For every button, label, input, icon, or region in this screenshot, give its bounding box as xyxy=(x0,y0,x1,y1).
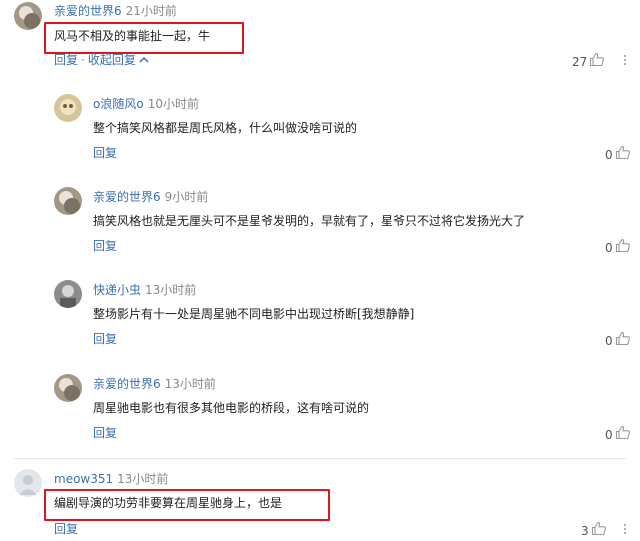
reply-text: 整个搞笑风格都是周氏风格，什么叫做没啥可说的 xyxy=(93,121,358,135)
thumbs-up-icon[interactable] xyxy=(615,331,631,350)
like-count-value: 3 xyxy=(581,523,589,538)
author-name[interactable]: 亲爱的世界6 xyxy=(93,190,161,204)
comment-time: 21小时前 xyxy=(125,4,177,18)
like-count: 3 xyxy=(581,521,607,540)
reply-button[interactable]: 回复 xyxy=(93,145,117,161)
collapse-replies-button[interactable]: 收起回复 xyxy=(88,52,136,68)
comment-text: 编剧导演的功劳非要算在周星驰身上，也是 xyxy=(54,496,283,510)
divider xyxy=(14,458,626,459)
reply-button[interactable]: 回复 xyxy=(54,52,78,68)
avatar[interactable] xyxy=(54,187,82,215)
reply-text: 周星驰电影也有很多其他电影的桥段，这有啥可说的 xyxy=(93,401,370,415)
reply-button[interactable]: 回复 xyxy=(54,521,78,537)
avatar[interactable] xyxy=(54,94,82,122)
author-name[interactable]: 快递小虫 xyxy=(93,283,141,297)
like-count: 0 xyxy=(605,145,631,164)
reply-author: o浪随风o 10小时前 xyxy=(93,96,199,112)
reply-text: 整场影片有十一处是周星驰不同电影中出现过桥断[我想静静] xyxy=(93,307,415,321)
comment-time: 10小时前 xyxy=(147,97,199,111)
reply-button[interactable]: 回复 xyxy=(93,425,117,441)
comment-time: 13小时前 xyxy=(145,283,197,297)
comment-time: 9小时前 xyxy=(164,190,209,204)
thumbs-up-icon[interactable] xyxy=(589,52,605,71)
more-vertical-icon[interactable] xyxy=(619,521,631,537)
comment-author: meow351 13小时前 xyxy=(54,471,168,487)
thumbs-up-icon[interactable] xyxy=(615,425,631,444)
like-count-value: 0 xyxy=(605,427,613,442)
avatar[interactable] xyxy=(54,280,82,308)
like-count: 0 xyxy=(605,238,631,257)
comment-text: 风马不相及的事能扯一起，牛 xyxy=(54,29,211,43)
avatar[interactable] xyxy=(54,374,82,402)
avatar[interactable] xyxy=(14,469,42,497)
like-count: 27 xyxy=(572,52,605,71)
thumbs-up-icon[interactable] xyxy=(615,145,631,164)
like-count-value: 0 xyxy=(605,333,613,348)
reply-author: 亲爱的世界6 13小时前 xyxy=(93,376,216,392)
avatar[interactable] xyxy=(14,2,42,30)
like-count-value: 27 xyxy=(572,54,588,69)
reply-button[interactable]: 回复 xyxy=(93,238,117,254)
like-count-value: 0 xyxy=(605,240,613,255)
reply-text: 搞笑风格也就是无厘头可不是星爷发明的，早就有了，星爷只不过将它发扬光大了 xyxy=(93,214,526,228)
thumbs-up-icon[interactable] xyxy=(591,521,607,540)
author-name[interactable]: 亲爱的世界6 xyxy=(54,4,122,18)
thumbs-up-icon[interactable] xyxy=(615,238,631,257)
reply-author: 快递小虫 13小时前 xyxy=(93,282,196,298)
chevron-up-icon[interactable] xyxy=(139,52,149,68)
separator: · xyxy=(81,53,85,67)
like-count-value: 0 xyxy=(605,147,613,162)
reply-author: 亲爱的世界6 9小时前 xyxy=(93,189,208,205)
author-name[interactable]: meow351 xyxy=(54,472,113,486)
comment-time: 13小时前 xyxy=(164,377,216,391)
like-count: 0 xyxy=(605,331,631,350)
author-name[interactable]: 亲爱的世界6 xyxy=(93,377,161,391)
comment-actions: 回复 · 收起回复 xyxy=(54,52,149,68)
like-count: 0 xyxy=(605,425,631,444)
author-name[interactable]: o浪随风o xyxy=(93,97,144,111)
comment-author: 亲爱的世界6 21小时前 xyxy=(54,3,177,19)
comment-time: 13小时前 xyxy=(117,472,169,486)
reply-button[interactable]: 回复 xyxy=(93,331,117,347)
more-vertical-icon[interactable] xyxy=(619,52,631,68)
